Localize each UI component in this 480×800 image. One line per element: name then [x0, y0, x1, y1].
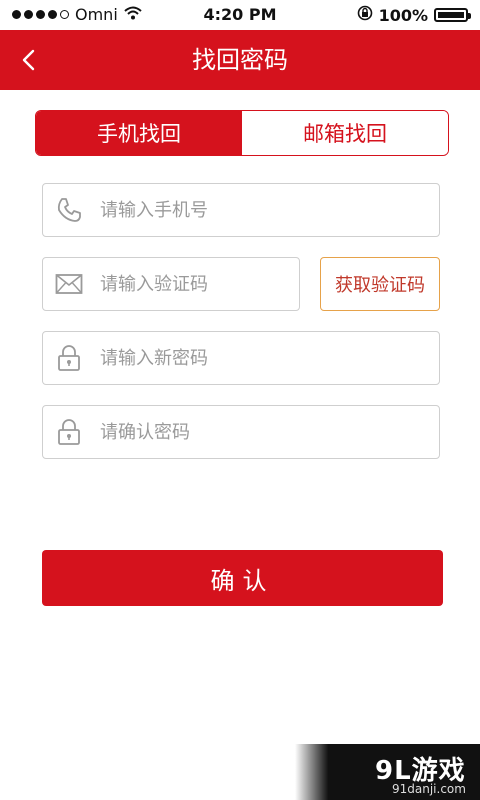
recovery-method-tabs: 手机找回 邮箱找回 [35, 110, 449, 156]
lock-icon [43, 405, 95, 459]
nav-bar: 找回密码 [0, 30, 480, 90]
envelope-icon [43, 257, 95, 311]
phone-icon [43, 183, 95, 237]
back-button[interactable] [6, 38, 50, 82]
lock-icon [43, 331, 95, 385]
watermark-site: 91danji.com [392, 782, 466, 796]
page-title: 找回密码 [192, 46, 288, 74]
phone-input[interactable] [100, 190, 380, 230]
verification-code-field[interactable] [42, 257, 300, 311]
rotation-lock-icon [357, 5, 373, 25]
confirm-password-input[interactable] [100, 412, 380, 452]
chevron-left-icon [22, 49, 35, 71]
status-right: 100% [357, 5, 471, 25]
battery-percent: 100% [378, 5, 428, 25]
watermark: 9L游戏 91danji.com [295, 744, 480, 800]
verification-code-input[interactable] [100, 264, 290, 304]
confirm-password-field[interactable] [42, 405, 440, 459]
tab-phone-recovery[interactable]: 手机找回 [36, 111, 242, 155]
new-password-input[interactable] [100, 338, 380, 378]
battery-icon [434, 8, 471, 22]
tab-email-recovery[interactable]: 邮箱找回 [242, 111, 448, 155]
phone-field[interactable] [42, 183, 440, 237]
status-bar: Omni 4:20 PM 100% [0, 0, 480, 30]
get-code-button[interactable]: 获取验证码 [320, 257, 440, 311]
confirm-button[interactable]: 确认 [42, 550, 443, 606]
new-password-field[interactable] [42, 331, 440, 385]
